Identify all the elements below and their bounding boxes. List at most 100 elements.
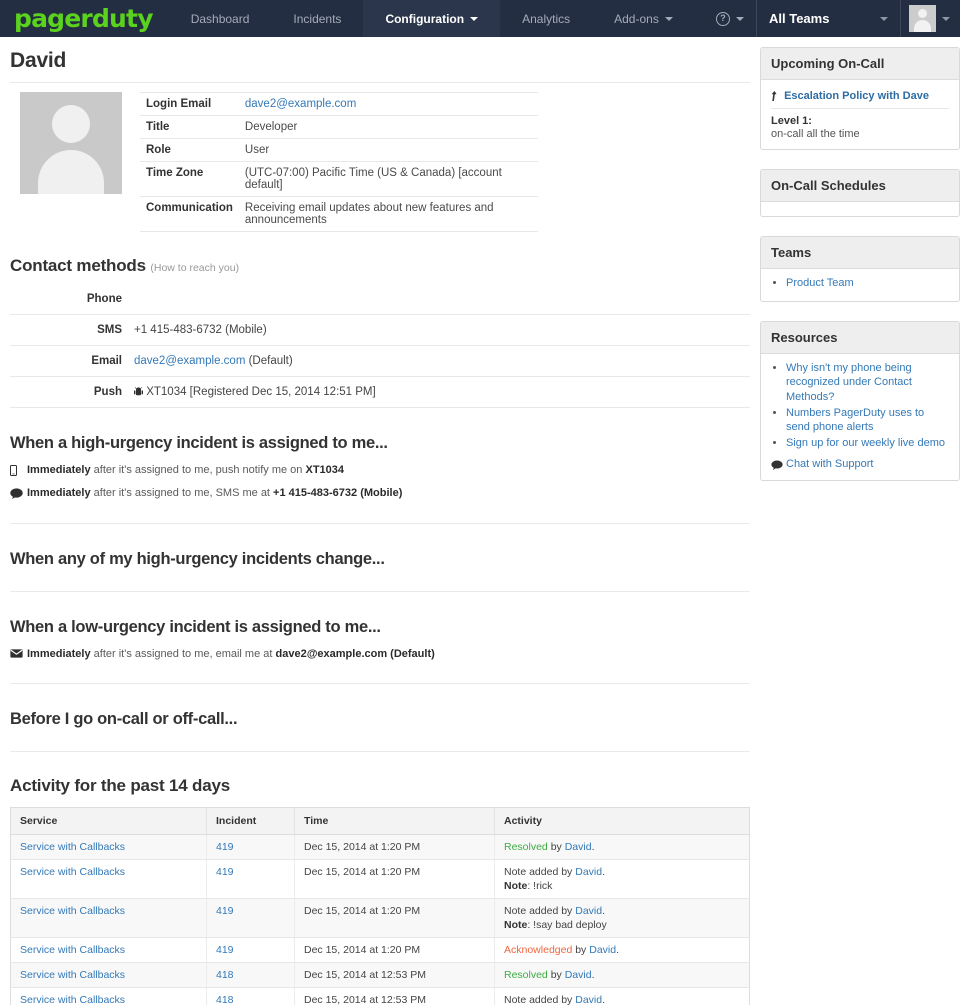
status-badge: Note added [504,866,558,878]
nav-label: Configuration [385,12,464,26]
rule-lead: Immediately [27,487,91,499]
service-link[interactable]: Service with Callbacks [20,944,125,956]
section-divider [10,683,750,684]
cell-service: Service with Callbacks [11,937,207,962]
chevron-down-icon [942,17,950,21]
actor-link[interactable]: David [589,944,616,956]
field-value: Developer [239,116,538,139]
activity-title: Activity for the past 14 days [10,776,750,796]
service-link[interactable]: Service with Callbacks [20,841,125,853]
field-value: Receiving email updates about new featur… [239,197,538,232]
widget-resources: Resources Why isn't my phone being recog… [760,321,960,482]
widget-title: Upcoming On-Call [761,48,959,80]
table-row: Service with Callbacks 419 Dec 15, 2014 at… [11,859,750,898]
rule-lead: Immediately [27,464,91,476]
nav-label: Dashboard [191,12,250,26]
rule-mid: after it's assigned to me, SMS me at [91,487,273,499]
incident-link[interactable]: 419 [216,841,234,853]
contact-email-link[interactable]: dave2@example.com [134,355,245,367]
nav-label: Incidents [293,12,341,26]
right-sidebar: Upcoming On-Call Escalation Policy with … [760,37,960,500]
cell-incident: 418 [207,962,295,987]
main-content: David Login Email dave2@example.com Titl… [0,37,760,1005]
field-label: Time Zone [140,162,239,197]
nav-item-addons[interactable]: Add-ons [592,0,695,37]
table-row: Service with Callbacks418Dec 15, 2014 at… [11,962,750,987]
resources-list: Why isn't my phone being recognized unde… [771,361,949,451]
section-divider [10,751,750,752]
cell-incident: 419 [207,859,295,898]
heading-before-on-call: Before I go on-call or off-call... [10,710,750,729]
sms-bubble-icon [10,488,27,499]
rule-target: dave2@example.com (Default) [276,648,435,660]
incident-link[interactable]: 419 [216,944,234,956]
cell-service: Service with Callbacks [11,859,207,898]
escalation-policy-row: Escalation Policy with Dave [771,87,949,109]
nav-item-incidents[interactable]: Incidents [271,0,363,37]
service-link[interactable]: Service with Callbacks [20,994,125,1005]
widget-body [761,202,959,216]
contact-value-email: dave2@example.com (Default) [128,346,750,377]
primary-nav: Dashboard Incidents Configuration Analyt… [169,0,695,37]
contact-methods-subtitle: (How to reach you) [150,262,239,274]
table-header-row: Service Incident Time Activity [11,807,750,834]
help-menu-button[interactable]: ? [706,0,756,37]
activity-table-body: Service with Callbacks 419 Dec 15, 2014 at… [11,834,750,1005]
contact-label-push: Push [10,377,128,408]
list-item: Sign up for our weekly live demo [786,436,949,451]
actor-link[interactable]: David [575,994,602,1005]
notification-rule: Immediately after it's assigned to me, S… [10,486,750,500]
cell-activity: Resolved by David. [495,834,750,859]
resource-link[interactable]: Why isn't my phone being recognized unde… [786,362,912,403]
section-divider [10,591,750,592]
actor-link[interactable]: David [575,905,602,917]
user-menu-button[interactable] [901,0,960,37]
nav-label: Add-ons [614,12,659,26]
top-navbar: pagerduty Dashboard Incidents Configurat… [0,0,960,37]
field-value: dave2@example.com [239,93,538,116]
envelope-icon [10,649,27,658]
nav-item-dashboard[interactable]: Dashboard [169,0,272,37]
nav-item-analytics[interactable]: Analytics [500,0,592,37]
escalation-policy-link[interactable]: Escalation Policy with Dave [784,90,929,102]
page-title: David [10,49,750,73]
cell-service: Service with Callbacks [11,962,207,987]
actor-link[interactable]: David [565,841,592,853]
widget-on-call-schedules: On-Call Schedules [760,169,960,217]
service-link[interactable]: Service with Callbacks [20,969,125,981]
resource-link[interactable]: Numbers PagerDuty uses to send phone ale… [786,407,924,434]
android-icon [134,387,143,397]
rule-target: XT1034 [305,464,344,476]
cell-incident: 418 [207,987,295,1005]
cell-time: Dec 15, 2014 at 12:53 PM [295,987,495,1005]
nav-item-configuration[interactable]: Configuration [363,0,500,37]
help-icon: ? [716,12,730,26]
table-row: Time Zone (UTC-07:00) Pacific Time (US &… [140,162,538,197]
field-label: Title [140,116,239,139]
chat-bubble-icon [771,459,783,471]
resource-link[interactable]: Sign up for our weekly live demo [786,437,945,449]
actor-link[interactable]: David [565,969,592,981]
incident-link[interactable]: 418 [216,994,234,1005]
pagerduty-logo[interactable]: pagerduty [0,0,169,37]
incident-link[interactable]: 419 [216,905,234,917]
widget-body: Product Team [761,269,959,301]
cell-time: Dec 15, 2014 at 1:20 PM [295,859,495,898]
service-link[interactable]: Service with Callbacks [20,866,125,878]
teams-selector-dropdown[interactable]: All Teams [756,0,901,37]
status-badge: Resolved [504,969,548,981]
on-call-level-description: on-call all the time [771,128,949,140]
incident-link[interactable]: 419 [216,866,234,878]
table-row: Service with Callbacks 419 Dec 15, 2014 at… [11,898,750,937]
service-link[interactable]: Service with Callbacks [20,905,125,917]
login-email-link[interactable]: dave2@example.com [245,98,356,110]
team-link[interactable]: Product Team [786,277,854,289]
cell-service: Service with Callbacks [11,834,207,859]
incident-link[interactable]: 418 [216,969,234,981]
cell-time: Dec 15, 2014 at 1:20 PM [295,898,495,937]
chat-with-support-link[interactable]: Chat with Support [786,458,873,470]
actor-link[interactable]: David [575,866,602,878]
cell-service: Service with Callbacks [11,898,207,937]
column-header-activity: Activity [495,807,750,834]
status-badge: Resolved [504,841,548,853]
